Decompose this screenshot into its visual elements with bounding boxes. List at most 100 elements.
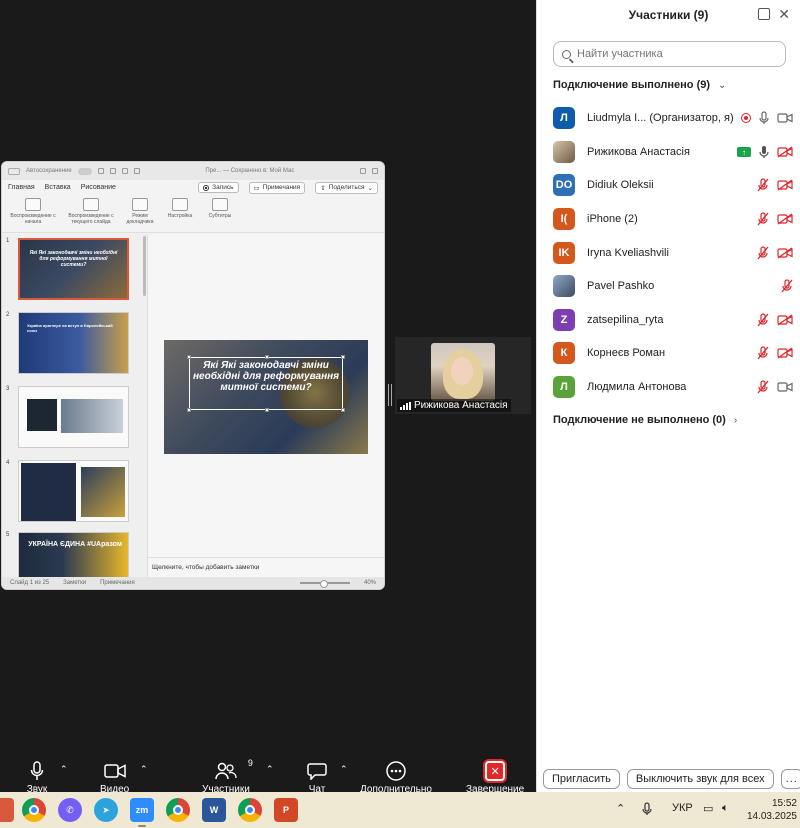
chrome-profile-icon[interactable] <box>166 798 190 822</box>
participant-row[interactable]: Рижикова Анастасія ↑ <box>553 138 793 166</box>
chat-options-caret[interactable]: ⌃ <box>340 764 348 775</box>
slide-thumb-row[interactable]: 2 Україна прагнере на вступ в Європейськ… <box>6 312 129 374</box>
slide-thumbnail[interactable] <box>18 386 129 448</box>
slide-title[interactable]: Які Які законодавчі зміни необхідні для … <box>186 360 346 393</box>
slide-thumbnails-pane[interactable]: 1 Які Які законодавчі зміни необхідні дл… <box>2 234 148 577</box>
microphone-icon[interactable] <box>759 145 769 159</box>
word-icon[interactable]: W <box>202 798 226 822</box>
participant-row[interactable]: DO Didiuk Oleksii <box>553 171 793 199</box>
share-button[interactable]: ⇪ Поделиться ⌄ <box>315 181 378 194</box>
tab-home[interactable]: Главная <box>8 184 35 191</box>
chrome-icon[interactable] <box>22 798 46 822</box>
notes-toggle[interactable]: Заметки <box>63 580 86 586</box>
microphone-muted-icon[interactable] <box>757 313 769 327</box>
zoom-icon[interactable]: zm <box>130 798 154 822</box>
ppt-more-icon[interactable] <box>372 168 378 174</box>
camera-off-icon[interactable] <box>777 146 793 158</box>
participants-options-caret[interactable]: ⌃ <box>266 764 274 775</box>
microphone-muted-icon[interactable] <box>757 212 769 226</box>
redo-icon[interactable] <box>133 168 140 174</box>
audio-options-caret[interactable]: ⌃ <box>60 764 68 775</box>
current-slide[interactable]: Які Які законодавчі зміни необхідні для … <box>164 340 368 454</box>
microphone-muted-icon[interactable] <box>757 246 769 260</box>
camera-off-icon[interactable] <box>777 213 793 225</box>
home-icon[interactable] <box>97 168 104 174</box>
subtitles-button[interactable]: Субтитры <box>204 198 236 219</box>
autosave-toggle[interactable] <box>77 167 92 175</box>
camera-off-icon[interactable] <box>777 314 793 326</box>
slide-editor[interactable]: Які Які законодавчі зміни необхідні для … <box>148 234 384 577</box>
slide-thumbnail[interactable] <box>18 460 129 522</box>
search-input[interactable] <box>577 48 767 60</box>
record-button[interactable]: Запись <box>198 182 239 193</box>
network-icon[interactable]: ▭ <box>703 802 713 815</box>
slide-thumbnail[interactable]: Україна прагнере на вступ в Європейський… <box>18 312 129 374</box>
presenter-view-button[interactable]: Режим докладчика <box>124 198 156 225</box>
telegram-icon[interactable]: ➤ <box>94 798 118 822</box>
setup-button[interactable]: Настройка <box>164 198 196 219</box>
participant-row[interactable]: Л Liudmyla I... (Организатор, я) <box>553 104 793 132</box>
participant-row[interactable]: К Корнеєв Роман <box>553 339 793 367</box>
chat-button[interactable]: Чат <box>304 760 330 795</box>
close-icon[interactable]: ✕ <box>778 6 790 23</box>
more-button[interactable]: Дополнительно <box>360 760 432 795</box>
viber-icon[interactable]: ✆ <box>58 798 82 822</box>
powerpoint-icon[interactable]: P <box>274 798 298 822</box>
undo-icon[interactable] <box>121 168 128 174</box>
end-meeting-button[interactable]: ✕ Завершение <box>466 760 524 795</box>
audio-button[interactable]: Звук <box>24 760 50 795</box>
microphone-muted-icon[interactable] <box>781 279 793 293</box>
sidebar-toggle-icon[interactable] <box>8 167 20 175</box>
save-icon[interactable] <box>109 168 116 174</box>
zoom-slider[interactable] <box>299 580 350 588</box>
speaker-video-tile[interactable]: Рижикова Анастасія <box>395 337 531 414</box>
participant-row[interactable]: Л Людмила Антонова <box>553 373 793 401</box>
not-connected-section-header[interactable]: Подключение не выполнено (0) › <box>553 414 737 426</box>
camera-icon[interactable] <box>777 382 793 392</box>
microphone-icon[interactable] <box>759 111 769 125</box>
notes-area[interactable]: Щелкните, чтобы добавить заметки <box>148 557 384 577</box>
camera-icon[interactable] <box>777 113 793 123</box>
more-options-button[interactable]: ... <box>780 769 800 789</box>
language-indicator[interactable]: УКР <box>672 802 693 814</box>
clock[interactable]: 15:52 14.03.2025 <box>747 797 797 823</box>
tab-insert[interactable]: Вставка <box>45 184 71 191</box>
microphone-tray-icon[interactable] <box>642 802 652 819</box>
participants-button[interactable]: 9 Участники <box>202 758 253 795</box>
tab-draw[interactable]: Рисование <box>81 184 116 191</box>
slide-thumb-row[interactable]: 5 УКРАЇНА ЄДИНА #UAразом <box>6 532 129 577</box>
app-icon[interactable] <box>0 798 14 822</box>
slide-thumb-row[interactable]: 4 <box>6 460 129 522</box>
show-hidden-icons[interactable]: ⌃ <box>616 802 625 815</box>
comments-toggle[interactable]: Примечания <box>100 580 135 586</box>
comments-button[interactable]: ▭ Примечания <box>248 181 306 194</box>
video-button[interactable]: Видео <box>100 760 129 795</box>
volume-icon[interactable]: 🔈︎ <box>722 802 729 815</box>
microphone-muted-icon[interactable] <box>757 178 769 192</box>
video-options-caret[interactable]: ⌃ <box>140 764 148 775</box>
mute-all-button[interactable]: Выключить звук для всех <box>626 769 774 789</box>
popout-icon[interactable] <box>758 8 770 20</box>
microphone-muted-icon[interactable] <box>757 346 769 360</box>
camera-off-icon[interactable] <box>777 347 793 359</box>
play-from-start-button[interactable]: Воспроизведение с начала <box>8 198 58 225</box>
participant-row[interactable]: IK Iryna Kveliashvili <box>553 239 793 267</box>
slide-thumb-row[interactable]: 1 Які Які законодавчі зміни необхідні дл… <box>6 238 129 300</box>
camera-off-icon[interactable] <box>777 247 793 259</box>
participant-row[interactable]: Pavel Pashko <box>553 272 793 300</box>
thumbnail-scrollbar[interactable] <box>143 236 146 296</box>
invite-button[interactable]: Пригласить <box>543 769 620 789</box>
play-from-current-button[interactable]: Воспроизведение с текущего слайда <box>66 198 116 225</box>
slide-thumbnail[interactable]: Які Які законодавчі зміни необхідні для … <box>18 238 129 300</box>
ppt-search-icon[interactable] <box>360 168 366 174</box>
shared-powerpoint-window[interactable]: Автосохранение Пре... — Сохранено в: Мой… <box>1 161 385 590</box>
chrome-profile-icon[interactable] <box>238 798 262 822</box>
view-splitter-handle[interactable] <box>388 384 392 406</box>
participant-row[interactable]: Z zatsepilina_ryta <box>553 306 793 334</box>
connected-section-header[interactable]: Подключение выполнено (9) ⌄ <box>553 79 726 91</box>
participant-row[interactable]: I( iPhone (2) <box>553 205 793 233</box>
participant-search[interactable] <box>553 41 786 67</box>
slide-thumbnail[interactable]: УКРАЇНА ЄДИНА #UAразом <box>18 532 129 577</box>
camera-off-icon[interactable] <box>777 179 793 191</box>
microphone-muted-icon[interactable] <box>757 380 769 394</box>
